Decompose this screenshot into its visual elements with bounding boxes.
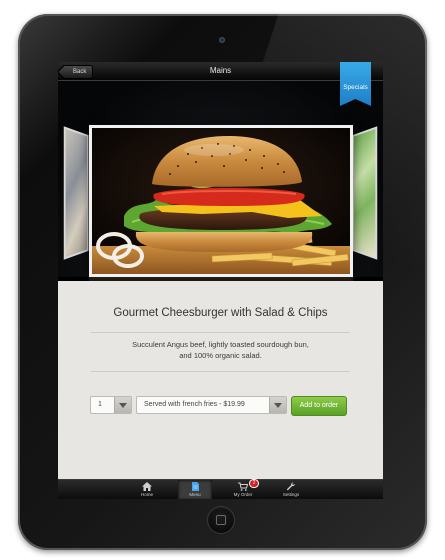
divider-bottom [91,371,350,372]
bottom-tab-bar: Home Menu 2 My Order Settings [58,479,383,499]
side-option-value: Served with french fries - $19.99 [144,401,245,408]
quantity-value: 1 [98,401,102,408]
dish-detail-panel: Gourmet Cheesburger with Salad & Chips S… [58,281,383,479]
chevron-down-icon [269,397,286,413]
tab-home-label: Home [140,492,153,497]
wrench-icon [286,482,295,491]
specials-label: Specials [343,84,368,91]
tab-menu[interactable]: Menu [178,480,212,499]
home-hardware-button[interactable] [208,507,234,533]
home-icon [142,482,152,491]
tab-my-order[interactable]: 2 My Order [226,480,260,499]
camera-lens [219,37,225,43]
burger-photo [89,125,353,277]
app-screen: Back Mains Specials Gourmet Cheesburger … [58,62,383,499]
dish-gallery[interactable] [58,81,383,295]
home-button-square-icon [216,515,226,525]
document-icon [192,482,199,491]
divider-top [91,332,350,333]
page-title: Mains [209,66,232,75]
dish-title: Gourmet Cheesburger with Salad & Chips [113,307,328,319]
dish-description-line-2: and 100% organic salad. [179,351,262,360]
top-navigation-bar: Back Mains [58,62,383,81]
tab-menu-label: Menu [189,492,201,497]
add-to-order-button[interactable]: Add to order [291,396,347,416]
tab-settings-label: Settings [282,492,300,497]
side-option-select[interactable]: Served with french fries - $19.99 [136,396,287,414]
tab-my-order-label: My Order [233,492,253,497]
cart-icon [238,482,248,491]
tab-settings[interactable]: Settings [274,480,308,499]
dish-description: Succulent Angus beef, lightly toasted so… [108,339,333,361]
gallery-previous-photo[interactable] [63,126,89,260]
order-count-badge: 2 [250,480,258,487]
gallery-next-photo[interactable] [352,126,378,260]
chevron-down-icon [114,397,131,413]
dish-description-line-1: Succulent Angus beef, lightly toasted so… [132,340,309,349]
tab-home[interactable]: Home [130,480,164,499]
quantity-select[interactable]: 1 [90,396,132,414]
